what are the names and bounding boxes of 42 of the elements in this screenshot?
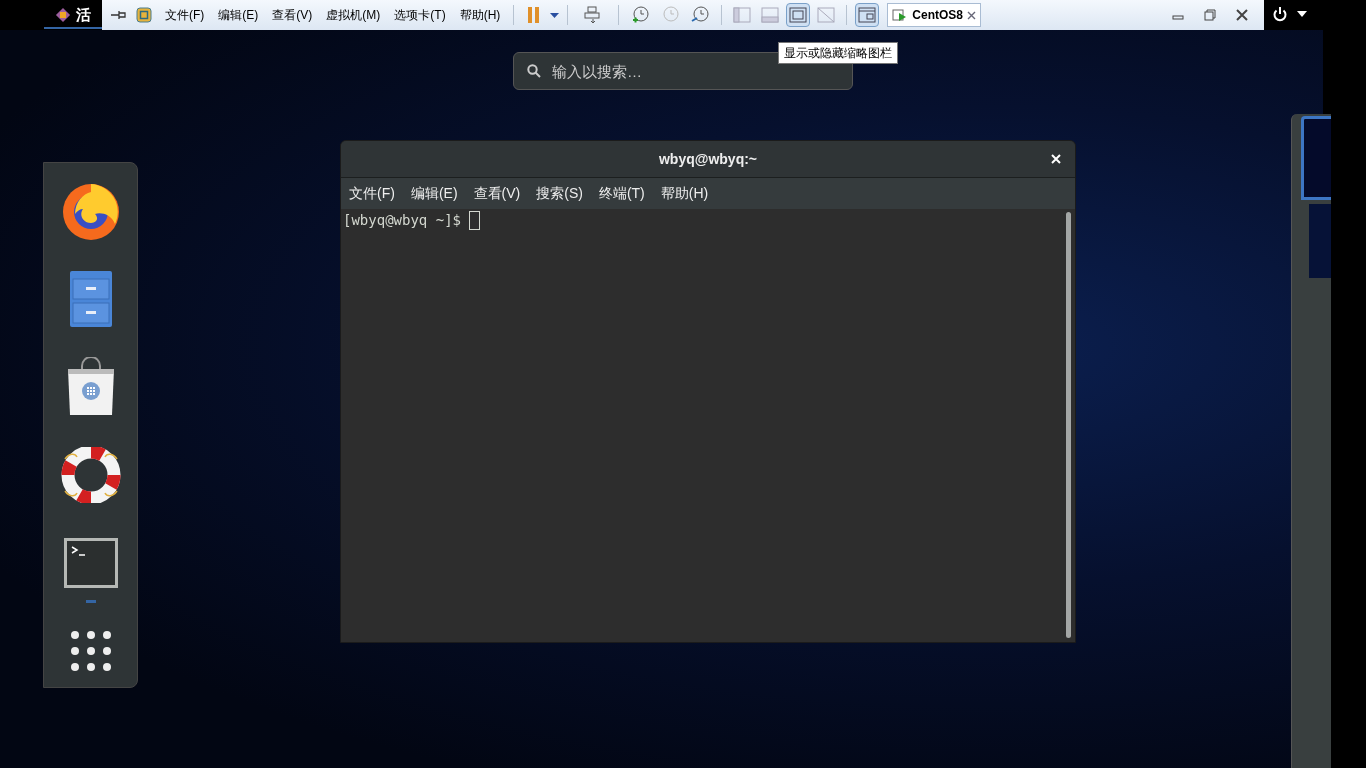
menu-item[interactable]: 虚拟机(M) — [321, 6, 386, 24]
app-grid-icon[interactable] — [69, 630, 112, 672]
terminal-icon[interactable] — [62, 537, 119, 589]
caret-icon[interactable] — [550, 12, 560, 18]
fullscreen-icon[interactable] — [786, 3, 811, 27]
activities-underline — [44, 27, 104, 29]
menu-item[interactable]: 帮助(H) — [454, 6, 506, 24]
search-icon — [527, 64, 541, 78]
tooltip: 显示或隐藏缩略图栏 — [778, 42, 898, 64]
menu-item[interactable]: 编辑(E) — [410, 183, 458, 204]
menu-item[interactable]: 搜索(S) — [536, 183, 583, 204]
shell-prompt: [wbyq@wbyq ~]$ — [343, 211, 461, 230]
power-icon[interactable] — [1272, 6, 1288, 22]
activities-button[interactable]: 活 — [76, 4, 91, 27]
vm-icon[interactable] — [136, 7, 152, 23]
text-cursor — [469, 211, 480, 230]
file-cabinet-icon[interactable] — [67, 269, 114, 329]
menu-item[interactable]: 编辑(E) — [213, 6, 264, 24]
workspace-thumbnail[interactable] — [1309, 204, 1331, 278]
scrollbar[interactable] — [1066, 212, 1071, 638]
send-keys-icon[interactable] — [584, 6, 603, 24]
close-icon[interactable] — [967, 10, 976, 20]
clock-icon[interactable] — [630, 5, 651, 25]
menu-item[interactable]: 查看(V) — [267, 6, 318, 24]
vm-tab[interactable]: CentOS8 — [887, 3, 981, 27]
clock-icon[interactable] — [690, 5, 711, 25]
pin-icon[interactable] — [110, 9, 128, 21]
menu-item[interactable]: 文件(F) — [349, 183, 395, 204]
pause-icon[interactable] — [528, 7, 541, 23]
lifebuoy-icon[interactable] — [60, 447, 121, 503]
menu-item[interactable]: 文件(F) — [160, 6, 210, 24]
menu-item[interactable]: 查看(V) — [473, 183, 521, 204]
workspace-thumbnail[interactable] — [1301, 116, 1331, 200]
menu-item[interactable]: 帮助(H) — [660, 183, 709, 204]
restore-icon[interactable] — [1204, 9, 1216, 21]
menu-item[interactable]: 选项卡(T) — [389, 6, 451, 24]
caret-icon[interactable] — [1297, 11, 1307, 17]
window-title: wbyq@wbyq:~ — [658, 149, 758, 169]
menu-item[interactable]: 终端(T) — [598, 183, 645, 204]
close-icon[interactable] — [1236, 9, 1248, 21]
tab-label: CentOS8 — [912, 7, 963, 24]
library-toggle[interactable] — [855, 3, 880, 27]
